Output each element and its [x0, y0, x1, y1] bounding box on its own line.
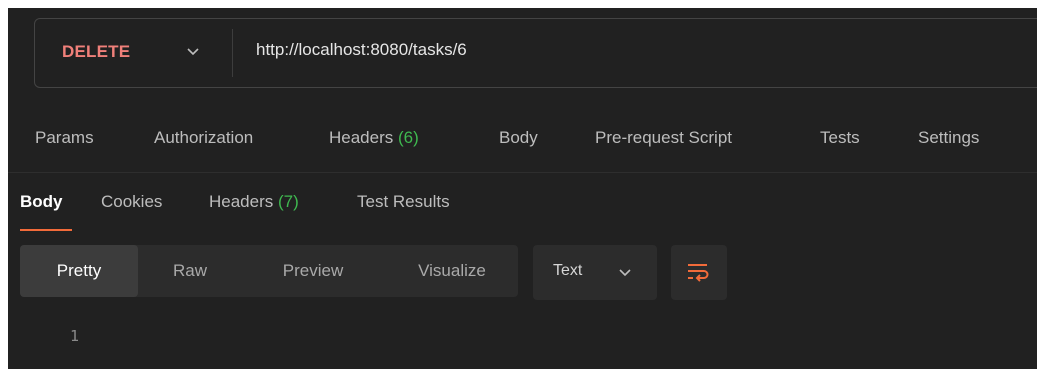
wrap-lines-button[interactable]: [671, 245, 727, 300]
tab-tests[interactable]: Tests: [820, 128, 860, 148]
http-method-select[interactable]: DELETE: [62, 42, 130, 62]
tab-body[interactable]: Body: [499, 128, 538, 148]
format-toggle-group: Pretty Raw Preview Visualize: [20, 245, 518, 297]
tab-params[interactable]: Params: [35, 128, 94, 148]
wrap-lines-icon: [688, 264, 709, 282]
format-raw-button[interactable]: Raw: [150, 245, 230, 297]
tab-pre-request-script[interactable]: Pre-request Script: [595, 128, 732, 148]
chevron-down-icon[interactable]: [185, 43, 201, 59]
response-tab-headers[interactable]: Headers (7): [209, 192, 299, 212]
url-divider: [232, 29, 233, 77]
response-tab-body[interactable]: Body: [20, 192, 63, 212]
chevron-down-icon: [619, 269, 631, 277]
format-pretty-button[interactable]: Pretty: [20, 245, 138, 297]
tab-headers-label: Headers: [329, 128, 394, 147]
divider: [8, 172, 1037, 173]
response-tab-headers-count: (7): [278, 192, 299, 211]
tab-headers[interactable]: Headers (6): [329, 128, 419, 148]
url-bar: DELETE http://localhost:8080/tasks/6: [34, 18, 1037, 88]
format-visualize-button[interactable]: Visualize: [396, 245, 508, 297]
active-tab-indicator: [20, 229, 72, 231]
response-tab-headers-label: Headers: [209, 192, 274, 211]
response-tab-cookies[interactable]: Cookies: [101, 192, 162, 212]
url-input[interactable]: http://localhost:8080/tasks/6: [256, 40, 467, 60]
tab-settings[interactable]: Settings: [918, 128, 979, 148]
language-select[interactable]: Text: [533, 245, 657, 300]
tab-headers-count: (6): [398, 128, 419, 147]
response-tab-test-results[interactable]: Test Results: [357, 192, 450, 212]
tab-authorization[interactable]: Authorization: [154, 128, 253, 148]
response-panel: DELETE http://localhost:8080/tasks/6 Par…: [8, 8, 1037, 369]
editor-line-number: 1: [70, 327, 80, 345]
language-select-value: Text: [553, 262, 583, 279]
format-preview-button[interactable]: Preview: [258, 245, 368, 297]
